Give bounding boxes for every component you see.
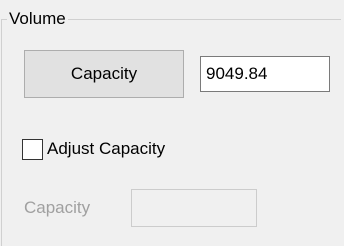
adjust-capacity-field-label: Capacity [24, 198, 91, 217]
volume-group-title: Volume [7, 8, 68, 30]
capacity-value-field[interactable]: 9049.84 [200, 56, 330, 92]
checkbox-box[interactable] [22, 138, 43, 160]
adjust-capacity-checkbox[interactable]: Adjust Capacity [22, 136, 165, 162]
capacity-button[interactable]: Capacity [24, 50, 184, 98]
adjust-capacity-label: Adjust Capacity [47, 139, 166, 158]
adjust-capacity-input [131, 189, 257, 227]
capacity-button-label: Capacity [70, 64, 138, 83]
